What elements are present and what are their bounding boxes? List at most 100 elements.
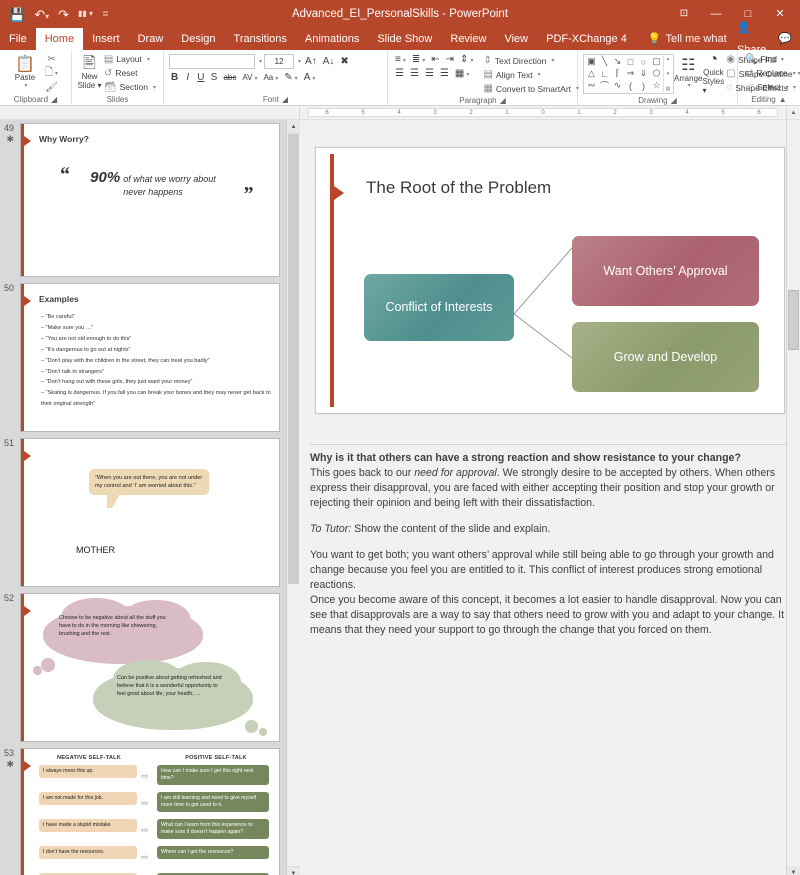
redo-icon[interactable]: ↷ (58, 8, 69, 21)
strikethrough-button[interactable]: abc (221, 73, 238, 82)
comment-icon[interactable]: 💬 (778, 28, 792, 50)
format-painter-icon[interactable]: 🖌 (45, 82, 58, 93)
shape-scribble-icon[interactable]: ∾ (585, 80, 598, 91)
text-highlight-icon[interactable]: ✎ ▾ (282, 72, 299, 83)
tab-design[interactable]: Design (172, 28, 224, 50)
section-button[interactable]: 🗃 Section ▾ (102, 81, 158, 94)
shape-line-icon[interactable]: ╲ (598, 56, 611, 67)
paste-button[interactable]: 📋 Paste ▾ (5, 56, 45, 89)
copy-icon[interactable]: 🗋 ▾ (45, 67, 58, 80)
shape-connector-icon[interactable]: ⌈ (611, 68, 624, 79)
decrease-font-size-button[interactable]: A↓ (321, 56, 337, 67)
align-left-button[interactable]: ☰ (393, 68, 406, 79)
customize-qat-icon[interactable]: ≣ (102, 10, 109, 18)
save-icon[interactable]: 💾 (9, 8, 25, 21)
replace-button[interactable]: ⇄ Replace ▾ (743, 67, 798, 80)
text-direction-button[interactable]: ⇕ Text Direction ▾ (481, 54, 581, 67)
underline-button[interactable]: U (195, 72, 206, 83)
font-size-input[interactable]: 12 (264, 54, 295, 69)
start-slideshow-icon[interactable]: ▮▮ ▾ (78, 10, 93, 18)
align-right-button[interactable]: ☰ (423, 68, 436, 79)
collapse-ribbon-icon[interactable]: ▲ (779, 95, 787, 104)
shape-right-arrow-icon[interactable]: ⇒ (624, 68, 637, 79)
editor-scroll-down[interactable]: ▼ (787, 866, 800, 875)
thumbnail-slide-49[interactable]: 49 ✱ Why Worry? “ ” 90% of what we worry… (0, 120, 286, 280)
close-button[interactable]: ✕ (764, 0, 796, 28)
shape-curve-icon[interactable]: ∿ (611, 80, 624, 91)
shape-pentagon-icon[interactable]: ⬠ (650, 68, 663, 79)
align-text-button[interactable]: ▤ Align Text ▾ (481, 68, 581, 81)
font-dialog-launcher[interactable]: ◢ (282, 95, 288, 104)
node-grow-and-develop[interactable]: Grow and Develop (572, 321, 759, 392)
tab-review[interactable]: Review (441, 28, 495, 50)
shape-oval-icon[interactable]: ○ (637, 57, 650, 67)
thumbnail-slide-50[interactable]: 50 Examples “Be careful”“Make sure you …… (0, 280, 286, 435)
scroll-up-arrow[interactable]: ▲ (786, 106, 800, 119)
numbering-button[interactable]: ≣ ▾ (410, 54, 427, 65)
horizontal-ruler[interactable]: 6 5 4 3 2 1 0 1 2 3 4 5 6 (300, 106, 786, 119)
shape-rect-icon[interactable]: □ (624, 57, 637, 67)
new-slide-button[interactable]: 🖹 New Slide ▾ (77, 55, 102, 91)
reset-button[interactable]: ↺ Reset (102, 67, 158, 80)
find-button[interactable]: 🔍 Find (743, 53, 798, 66)
shape-textbox-icon[interactable]: ▣ (585, 56, 598, 67)
shape-arrow-icon[interactable]: ↘ (611, 56, 624, 67)
tab-pdf-xchange[interactable]: PDF-XChange 4 (537, 28, 636, 50)
shapes-gallery[interactable]: ▣ ╲ ↘ □ ○ ▢ △ ∟ ⌈ ⇒ ⇓ ⬠ ∾ ⌒ ∿ ( ) ☆ ▴ ▾ … (583, 53, 674, 94)
align-center-button[interactable]: ☰ (408, 68, 421, 79)
change-case-button[interactable]: Aa ▾ (261, 73, 280, 82)
shape-star-icon[interactable]: ☆ (650, 80, 663, 91)
layout-button[interactable]: ▤ Layout ▾ (102, 53, 158, 66)
font-color-button[interactable]: A ▾ (302, 72, 318, 83)
tab-file[interactable]: File (0, 28, 36, 50)
cut-icon[interactable]: ✂ (47, 54, 55, 65)
clear-formatting-icon[interactable]: ✖ (338, 56, 350, 67)
font-name-input[interactable] (169, 54, 255, 69)
tab-draw[interactable]: Draw (129, 28, 173, 50)
thumbnail-slide-53[interactable]: 53 ✱ NEGATIVE SELF-TALK POSITIVE SELF-TA… (0, 745, 286, 875)
slide-title[interactable]: The Root of the Problem (366, 178, 551, 198)
select-button[interactable]: ☞ Select ▾ (743, 81, 798, 94)
thumbnail-scroll-thumb[interactable] (288, 134, 299, 584)
justify-button[interactable]: ☰ (438, 68, 451, 79)
thumbnail-slide-51[interactable]: 51 “When you are out there, you are not … (0, 435, 286, 590)
editor-scroll-thumb[interactable] (788, 290, 799, 350)
shape-down-arrow-icon[interactable]: ⇓ (637, 68, 650, 79)
notes-pane[interactable]: Why is it that others can have a strong … (300, 440, 800, 875)
ribbon-display-options-icon[interactable]: ⊡ (668, 0, 700, 28)
shape-rounded-rect-icon[interactable]: ▢ (650, 56, 663, 67)
increase-indent-button[interactable]: ⇥ (444, 54, 456, 65)
node-want-others-approval[interactable]: Want Others’ Approval (572, 235, 759, 306)
thumbnail-scroll-down[interactable]: ▼ (287, 866, 300, 875)
drawing-dialog-launcher[interactable]: ◢ (671, 96, 677, 105)
bullets-button[interactable]: ≡ ▾ (393, 54, 408, 65)
tab-insert[interactable]: Insert (83, 28, 129, 50)
shape-arc-icon[interactable]: ⌒ (598, 79, 611, 92)
convert-to-smartart-button[interactable]: ▦ Convert to SmartArt ▾ (481, 82, 581, 95)
undo-icon[interactable]: ↶▾ (34, 8, 49, 21)
font-name-chevron-icon[interactable]: ▾ (259, 58, 262, 65)
columns-button[interactable]: ▦ ▾ (453, 68, 471, 79)
shape-elbow-icon[interactable]: ∟ (598, 69, 611, 79)
shape-triangle-icon[interactable]: △ (585, 68, 598, 79)
clipboard-dialog-launcher[interactable]: ◢ (51, 95, 57, 104)
tell-me-search[interactable]: 💡Tell me what you want to do (636, 28, 737, 67)
tab-transitions[interactable]: Transitions (225, 28, 296, 50)
paragraph-dialog-launcher[interactable]: ◢ (500, 96, 506, 105)
thumbnail-slide-52[interactable]: 52 Choose to be negative about all the s… (0, 590, 286, 745)
font-size-chevron-icon[interactable]: ▾ (298, 58, 301, 65)
italic-button[interactable]: I (182, 72, 193, 83)
minimize-button[interactable]: — (700, 0, 732, 28)
tab-home[interactable]: Home (35, 28, 84, 50)
thumbnail-scroll-up[interactable]: ▲ (287, 120, 300, 134)
node-conflict-of-interests[interactable]: Conflict of Interests (364, 273, 514, 341)
increase-font-size-button[interactable]: A↑ (303, 56, 319, 67)
character-spacing-button[interactable]: AV ▾ (240, 73, 259, 82)
bold-button[interactable]: B (169, 72, 180, 83)
quick-styles-button[interactable]: ◔ Quick Styles ▾ (702, 52, 724, 95)
arrange-button[interactable]: ☷ Arrange ▾ (674, 57, 702, 90)
decrease-indent-button[interactable]: ⇤ (429, 54, 441, 65)
tab-animations[interactable]: Animations (296, 28, 368, 50)
current-slide[interactable]: The Root of the Problem Conflict of Inte… (315, 146, 785, 414)
text-shadow-button[interactable]: S (208, 72, 219, 83)
